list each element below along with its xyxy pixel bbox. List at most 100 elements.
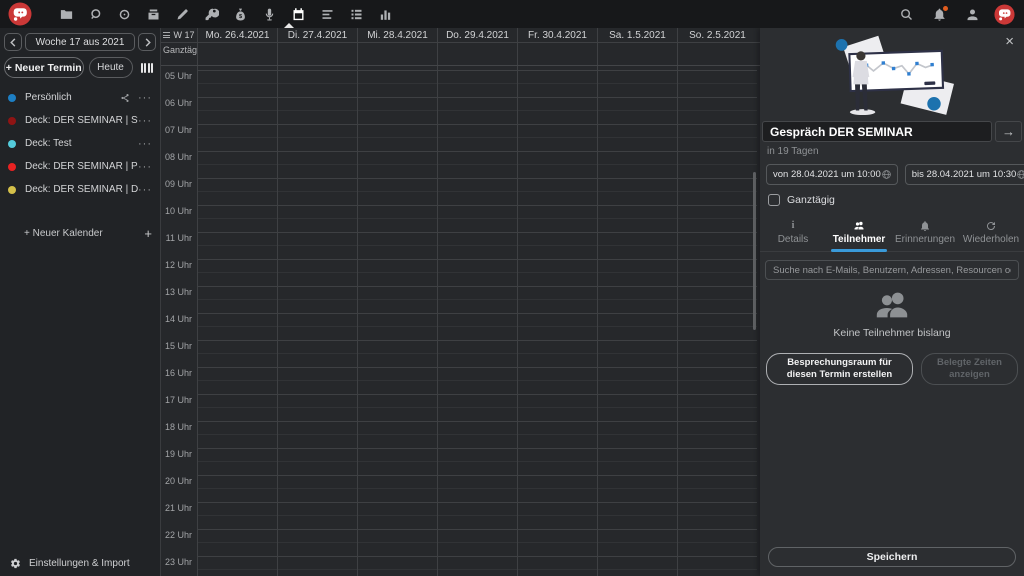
allday-checkbox-row[interactable]: Ganztägig bbox=[768, 194, 1024, 206]
hour-label: 10 Uhr bbox=[164, 206, 192, 216]
event-title-input[interactable] bbox=[762, 121, 992, 142]
end-date-field[interactable]: bis 28.04.2021 um 10:30 bbox=[904, 164, 1024, 185]
allday-checkbox[interactable] bbox=[768, 194, 780, 206]
tab-erinnerungen[interactable]: Erinnerungen bbox=[892, 216, 958, 251]
day-header[interactable]: Sa. 1.5.2021 bbox=[597, 28, 677, 42]
bar-chart-icon[interactable] bbox=[375, 3, 397, 25]
calendar-list: Persönlich···Deck: DER SEMINAR | Stunden… bbox=[0, 86, 160, 201]
grid-scrollbar[interactable] bbox=[753, 172, 756, 330]
hour-label: 21 Uhr bbox=[164, 503, 192, 513]
calendar-color-dot[interactable] bbox=[8, 116, 16, 125]
tab-wiederholen[interactable]: Wiederholen bbox=[958, 216, 1024, 251]
share-icon[interactable] bbox=[120, 93, 130, 103]
close-icon[interactable]: × bbox=[1005, 34, 1014, 49]
allday-cell[interactable] bbox=[357, 43, 437, 65]
day-column[interactable] bbox=[277, 66, 357, 576]
hour-label: 08 Uhr bbox=[164, 152, 192, 162]
user-avatar[interactable] bbox=[994, 3, 1015, 25]
calendar-sidebar: Woche 17 aus 2021 + Neuer Termin Heute P… bbox=[0, 28, 160, 576]
day-column[interactable] bbox=[597, 66, 677, 576]
tab-label: Erinnerungen bbox=[894, 234, 956, 245]
hour-label: 15 Uhr bbox=[164, 341, 192, 351]
view-toggle-icon[interactable] bbox=[138, 60, 157, 76]
day-header[interactable]: Fr. 30.4.2021 bbox=[517, 28, 597, 42]
hour-label: 09 Uhr bbox=[164, 179, 192, 189]
new-event-button[interactable]: + Neuer Termin bbox=[4, 57, 84, 78]
contacts-icon[interactable] bbox=[961, 3, 983, 25]
files-folder-icon[interactable] bbox=[56, 3, 78, 25]
calendar-list-item[interactable]: Deck: DER SEMINAR | Dailys··· bbox=[0, 178, 160, 201]
week-number-cell[interactable]: W 17 bbox=[161, 28, 197, 42]
hour-label: 17 Uhr bbox=[164, 395, 192, 405]
today-button[interactable]: Heute bbox=[88, 57, 133, 78]
day-column[interactable] bbox=[357, 66, 437, 576]
microphone-icon[interactable] bbox=[259, 3, 281, 25]
timezone-globe-icon[interactable] bbox=[881, 169, 892, 180]
previous-week-button[interactable] bbox=[4, 33, 22, 51]
calendar-color-dot[interactable] bbox=[8, 162, 16, 171]
money-bag-icon[interactable]: $ bbox=[230, 3, 252, 25]
settings-import-button[interactable]: Einstellungen & Import bbox=[0, 550, 160, 576]
bell-icon[interactable] bbox=[928, 3, 950, 25]
next-week-button[interactable] bbox=[138, 33, 156, 51]
gear-icon bbox=[10, 558, 20, 568]
day-header[interactable]: So. 2.5.2021 bbox=[677, 28, 757, 42]
calendar-list-item[interactable]: Deck: Test ··· bbox=[0, 132, 160, 155]
calendar-more-menu[interactable]: ··· bbox=[138, 161, 152, 172]
bell-icon bbox=[919, 219, 931, 232]
calendar-color-dot[interactable] bbox=[8, 185, 16, 194]
calendar-icon[interactable] bbox=[288, 3, 310, 25]
allday-cell[interactable] bbox=[517, 43, 597, 65]
timezone-globe-icon[interactable] bbox=[1016, 169, 1024, 180]
calendar-color-dot[interactable] bbox=[8, 139, 16, 148]
create-meeting-room-button[interactable]: Besprechungsraum für diesen Termin erste… bbox=[766, 353, 913, 385]
day-header[interactable]: Mo. 26.4.2021 bbox=[197, 28, 277, 42]
hour-label: 13 Uhr bbox=[164, 287, 192, 297]
allday-cell[interactable] bbox=[277, 43, 357, 65]
calendar-more-menu[interactable]: ··· bbox=[138, 115, 152, 126]
allday-cell[interactable] bbox=[597, 43, 677, 65]
search-circle-icon[interactable] bbox=[85, 3, 107, 25]
event-editor-panel: × Gespräch DER SEMINAR → in 19 Tagen von… bbox=[760, 28, 1024, 576]
calendar-more-menu[interactable]: ··· bbox=[138, 92, 152, 103]
hour-label: 14 Uhr bbox=[164, 314, 192, 324]
week-picker[interactable]: Woche 17 aus 2021 bbox=[25, 33, 135, 51]
app-logo[interactable] bbox=[8, 2, 32, 26]
day-column[interactable] bbox=[197, 66, 277, 576]
allday-cell[interactable] bbox=[197, 43, 277, 65]
day-column[interactable] bbox=[437, 66, 517, 576]
target-circle-icon[interactable] bbox=[114, 3, 136, 25]
no-attendees-block: Keine Teilnehmer bislang bbox=[760, 292, 1024, 339]
tab-details[interactable]: i Details bbox=[760, 216, 826, 251]
day-header[interactable]: Di. 27.4.2021 bbox=[277, 28, 357, 42]
day-column[interactable] bbox=[677, 66, 757, 576]
allday-cell[interactable] bbox=[677, 43, 757, 65]
pencil-icon[interactable] bbox=[172, 3, 194, 25]
calendar-color-dot[interactable] bbox=[8, 93, 16, 102]
week-view: W 17 Mo. 26.4.2021 Di. 27.4.2021 Mi. 28.4.… bbox=[160, 28, 760, 576]
tab-teilnehmer[interactable]: Teilnehmer bbox=[826, 216, 892, 252]
archive-box-icon[interactable] bbox=[143, 3, 165, 25]
calendar-more-menu[interactable]: ··· bbox=[138, 184, 152, 195]
day-header[interactable]: Mi. 28.4.2021 bbox=[357, 28, 437, 42]
calendar-list-item[interactable]: Deck: DER SEMINAR | Stunden··· bbox=[0, 109, 160, 132]
calendar-more-menu[interactable]: ··· bbox=[138, 138, 152, 149]
key-icon[interactable] bbox=[201, 3, 223, 25]
checklist-icon[interactable] bbox=[346, 3, 368, 25]
allday-cell[interactable] bbox=[437, 43, 517, 65]
attendee-search-input[interactable] bbox=[765, 260, 1019, 280]
active-app-caret bbox=[284, 23, 294, 28]
day-header-row: W 17 Mo. 26.4.2021 Di. 27.4.2021 Mi. 28.4.… bbox=[161, 28, 760, 43]
new-calendar-button[interactable]: + Neuer Kalender + bbox=[8, 223, 152, 243]
notification-dot bbox=[943, 6, 948, 11]
calendar-list-item[interactable]: Deck: DER SEMINAR | Projekte··· bbox=[0, 155, 160, 178]
save-button[interactable]: Speichern bbox=[768, 547, 1016, 567]
calendar-list-item[interactable]: Persönlich ··· bbox=[0, 86, 160, 109]
day-column[interactable] bbox=[517, 66, 597, 576]
hour-label: 06 Uhr bbox=[164, 98, 192, 108]
submit-arrow-button[interactable]: → bbox=[995, 121, 1022, 142]
day-header[interactable]: Do. 29.4.2021 bbox=[437, 28, 517, 42]
news-lines-icon[interactable] bbox=[317, 3, 339, 25]
search-icon[interactable] bbox=[895, 3, 917, 25]
start-date-field[interactable]: von 28.04.2021 um 10:00 bbox=[766, 164, 898, 185]
